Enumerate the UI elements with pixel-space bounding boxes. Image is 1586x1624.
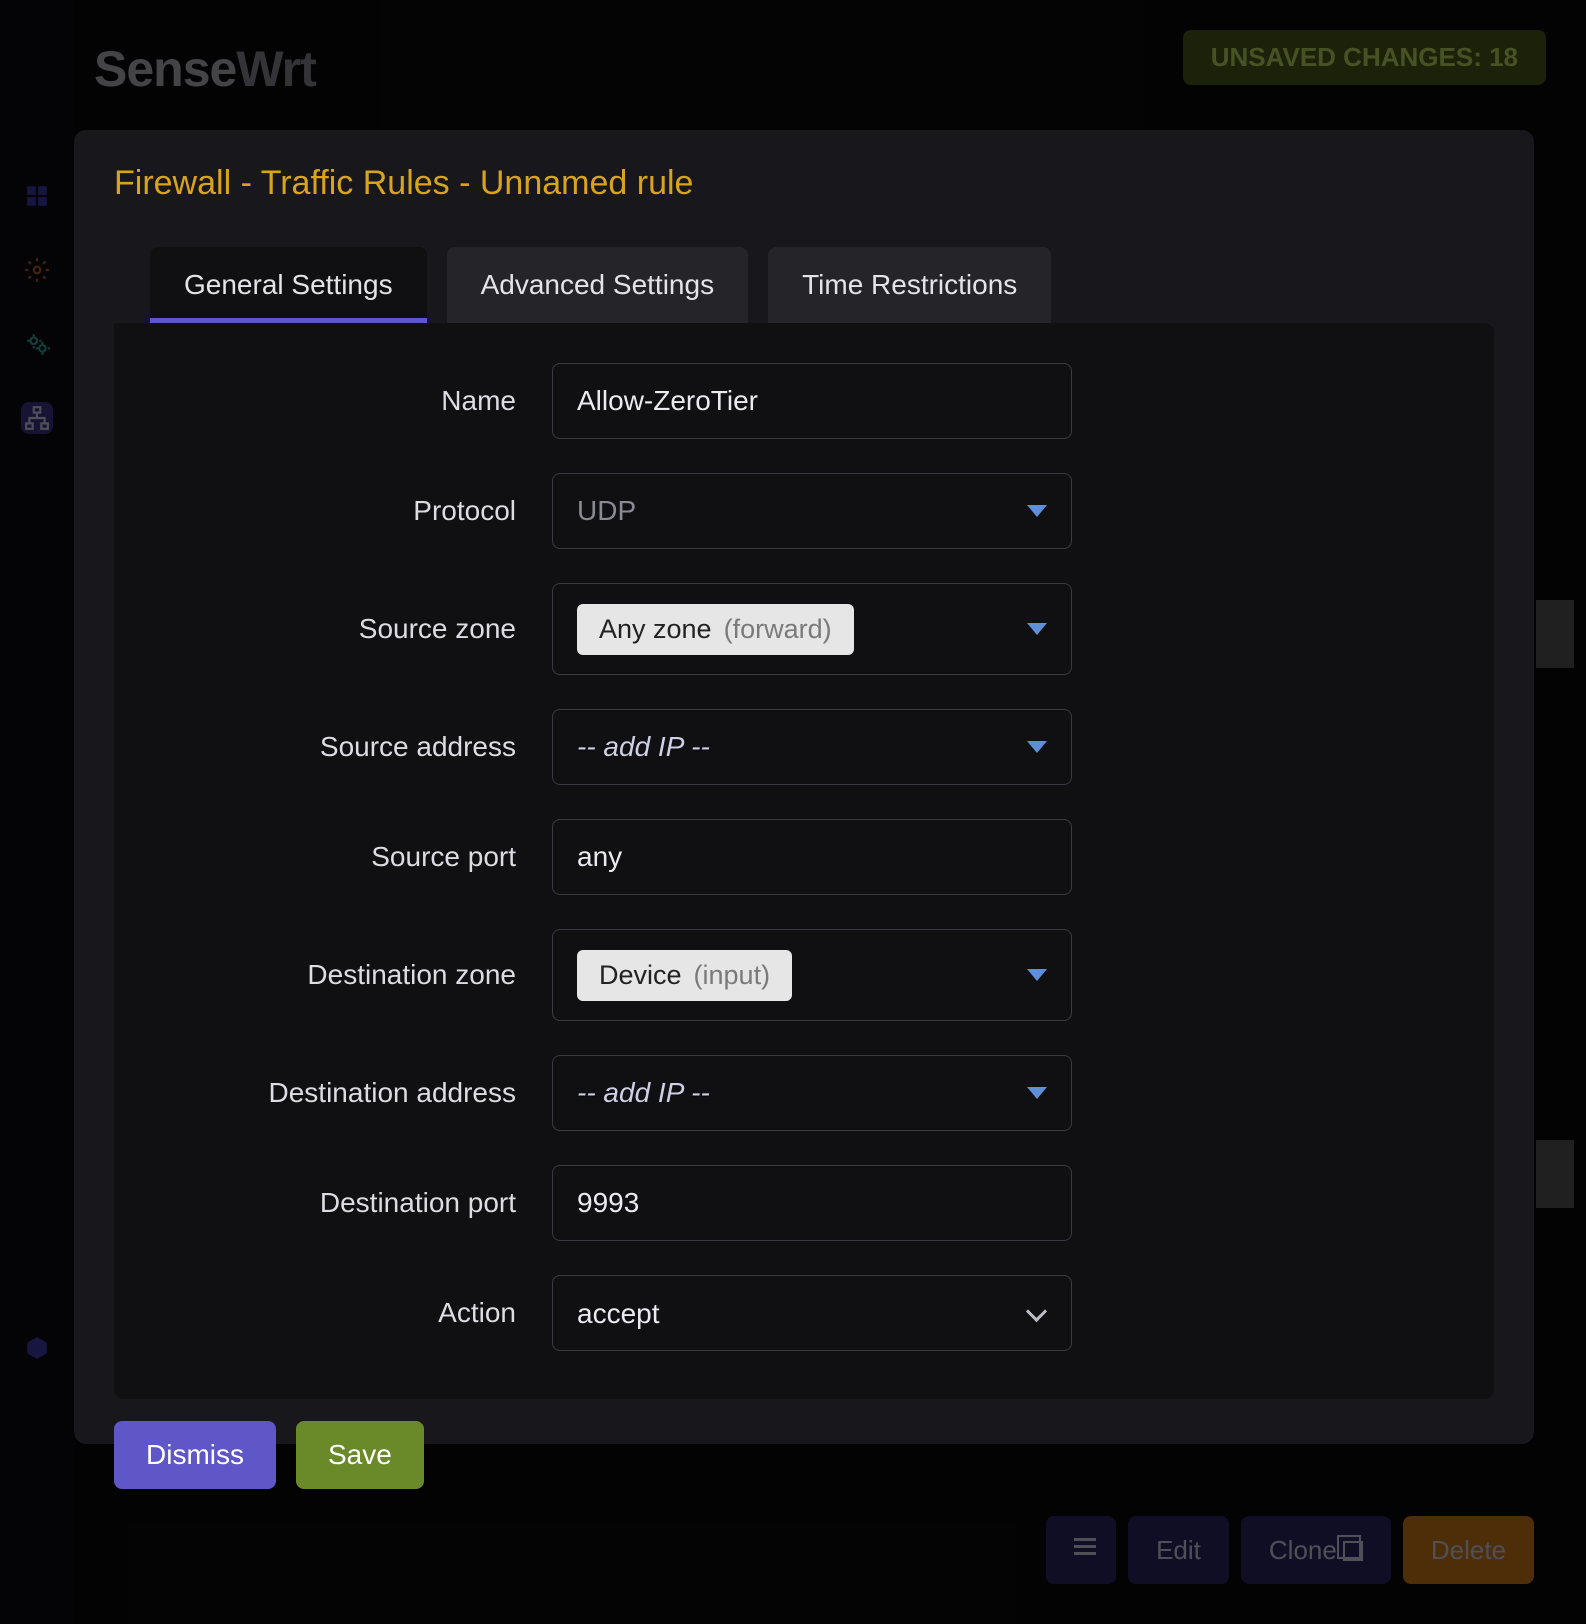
name-input-wrap: [552, 363, 1072, 439]
dst-addr-label: Destination address: [162, 1077, 552, 1109]
general-panel: Name Protocol UDP Source zone Any zone (…: [114, 323, 1494, 1399]
src-zone-chip: Any zone (forward): [577, 604, 854, 655]
modal-tabs: General Settings Advanced Settings Time …: [150, 247, 1494, 323]
dst-zone-label: Destination zone: [162, 959, 552, 991]
action-select[interactable]: accept: [577, 1298, 1017, 1329]
dst-addr-select[interactable]: -- add IP --: [552, 1055, 1072, 1131]
dst-zone-chip-text: Device: [599, 960, 682, 991]
dst-port-input[interactable]: [577, 1187, 1047, 1219]
dst-zone-hint: (input): [694, 960, 771, 991]
protocol-select[interactable]: UDP: [552, 473, 1072, 549]
chevron-down-icon: [1027, 623, 1047, 635]
chevron-down-icon: [1027, 1087, 1047, 1099]
save-button[interactable]: Save: [296, 1421, 424, 1489]
src-addr-label: Source address: [162, 731, 552, 763]
src-port-input-wrap: [552, 819, 1072, 895]
src-addr-placeholder: -- add IP --: [577, 731, 710, 763]
tab-time[interactable]: Time Restrictions: [768, 247, 1051, 323]
src-zone-chip-text: Any zone: [599, 614, 712, 645]
name-input[interactable]: [577, 385, 1047, 417]
protocol-value: UDP: [577, 495, 636, 527]
chevron-down-icon: [1027, 505, 1047, 517]
src-zone-label: Source zone: [162, 613, 552, 645]
modal-title: Firewall - Traffic Rules - Unnamed rule: [114, 164, 1494, 203]
modal-footer: Dismiss Save: [114, 1421, 1494, 1489]
rule-modal: Firewall - Traffic Rules - Unnamed rule …: [74, 130, 1534, 1444]
dst-port-label: Destination port: [162, 1187, 552, 1219]
src-addr-select[interactable]: -- add IP --: [552, 709, 1072, 785]
action-label: Action: [162, 1297, 552, 1329]
tab-general[interactable]: General Settings: [150, 247, 427, 323]
src-port-input[interactable]: [577, 841, 1047, 873]
dst-addr-placeholder: -- add IP --: [577, 1077, 710, 1109]
tab-advanced[interactable]: Advanced Settings: [447, 247, 749, 323]
action-select-wrap: accept: [552, 1275, 1072, 1351]
chevron-down-icon: [1027, 741, 1047, 753]
protocol-label: Protocol: [162, 495, 552, 527]
name-label: Name: [162, 385, 552, 417]
dst-zone-chip: Device (input): [577, 950, 792, 1001]
src-port-label: Source port: [162, 841, 552, 873]
src-zone-select[interactable]: Any zone (forward): [552, 583, 1072, 675]
chevron-down-icon: [1027, 1304, 1045, 1322]
dismiss-button[interactable]: Dismiss: [114, 1421, 276, 1489]
dst-port-input-wrap: [552, 1165, 1072, 1241]
src-zone-hint: (forward): [724, 614, 832, 645]
dst-zone-select[interactable]: Device (input): [552, 929, 1072, 1021]
chevron-down-icon: [1027, 969, 1047, 981]
